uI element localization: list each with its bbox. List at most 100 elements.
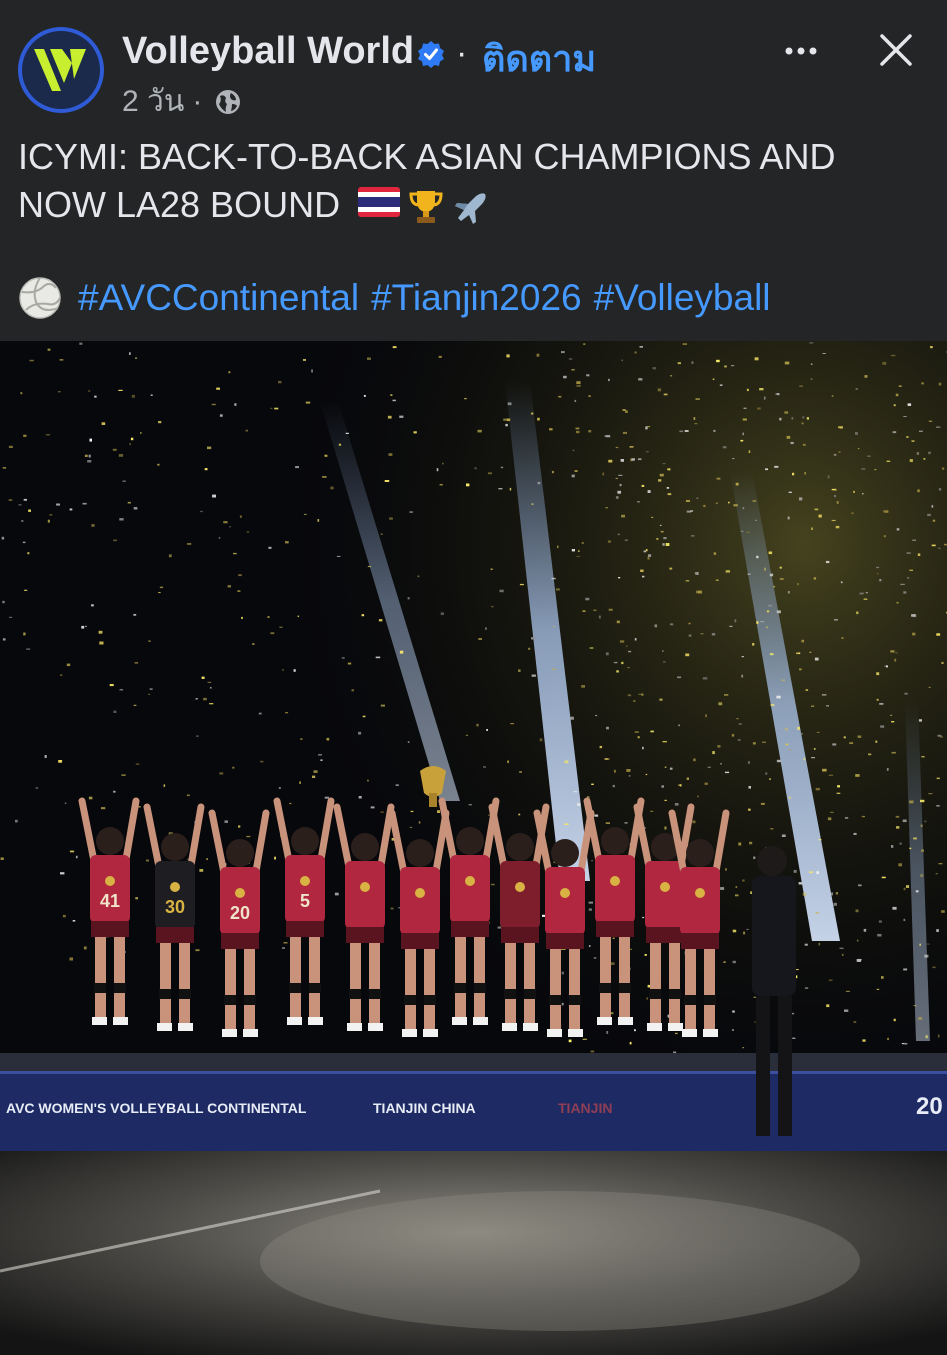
confetti-piece xyxy=(571,474,575,478)
confetti-piece xyxy=(537,417,540,421)
confetti-piece xyxy=(887,1037,889,1041)
jersey-number: 20 xyxy=(230,903,250,923)
confetti-piece xyxy=(23,632,26,636)
confetti-piece xyxy=(735,482,739,486)
confetti-piece xyxy=(901,1043,904,1045)
confetti-piece xyxy=(738,723,742,725)
confetti-piece xyxy=(486,729,488,731)
confetti-piece xyxy=(784,411,789,414)
globe-icon[interactable] xyxy=(214,88,242,116)
confetti-piece xyxy=(923,458,926,460)
confetti-piece xyxy=(131,394,135,398)
post-time[interactable]: 2 วัน xyxy=(122,78,184,125)
confetti-piece xyxy=(663,537,667,540)
confetti-piece xyxy=(113,710,117,713)
confetti-piece xyxy=(792,472,795,476)
more-options-button[interactable] xyxy=(778,28,824,74)
confetti-piece xyxy=(836,501,839,504)
confetti-piece xyxy=(279,626,283,628)
confetti-piece xyxy=(82,502,87,505)
confetti-piece xyxy=(705,714,707,718)
confetti-piece xyxy=(896,528,900,531)
confetti-piece xyxy=(537,653,540,655)
confetti-piece xyxy=(588,945,591,947)
confetti-piece xyxy=(913,1005,917,1007)
confetti-piece xyxy=(662,650,664,652)
confetti-piece xyxy=(87,460,92,463)
follow-button[interactable]: ติดตาม xyxy=(482,30,596,87)
confetti-piece xyxy=(810,363,813,365)
confetti-piece xyxy=(552,668,557,670)
confetti-piece xyxy=(921,756,925,758)
confetti-piece xyxy=(15,819,18,823)
hashtag-link[interactable]: #Tianjin2026 xyxy=(371,277,582,319)
confetti-piece xyxy=(661,785,664,788)
page-avatar[interactable] xyxy=(18,27,104,113)
confetti-piece xyxy=(518,669,521,672)
confetti-piece xyxy=(863,598,868,600)
post-photo[interactable]: 41 30 20 5 AVC WOMEN'S VOLLEYBALL CONTINENT… xyxy=(0,341,947,1355)
confetti-piece xyxy=(81,625,85,629)
confetti-piece xyxy=(568,1039,572,1043)
confetti-piece xyxy=(336,555,341,557)
confetti-piece xyxy=(879,579,882,582)
confetti-piece xyxy=(833,902,837,906)
confetti-piece xyxy=(730,365,735,367)
confetti-piece xyxy=(834,619,838,621)
confetti-piece xyxy=(629,446,634,448)
confetti-piece xyxy=(695,398,700,400)
confetti-piece xyxy=(219,414,223,417)
confetti-piece xyxy=(187,543,192,545)
confetti-piece xyxy=(232,766,235,769)
confetti-piece xyxy=(791,417,794,420)
confetti-piece xyxy=(24,589,28,591)
page-name[interactable]: Volleyball World xyxy=(122,30,414,73)
confetti-piece xyxy=(880,725,885,728)
confetti-piece xyxy=(491,605,494,608)
confetti-piece xyxy=(289,802,292,805)
hashtag-link[interactable]: #Volleyball xyxy=(594,277,771,319)
confetti-piece xyxy=(390,907,394,910)
confetti-piece xyxy=(122,480,126,482)
confetti-piece xyxy=(781,679,785,681)
confetti-piece xyxy=(605,822,610,824)
confetti-piece xyxy=(436,468,439,472)
confetti-piece xyxy=(278,380,282,384)
confetti-piece xyxy=(801,422,804,425)
confetti-piece xyxy=(818,514,822,518)
board-text-faint: TIANJIN xyxy=(558,1100,613,1116)
confetti-piece xyxy=(637,736,640,739)
confetti-piece xyxy=(936,777,940,780)
confetti-piece xyxy=(490,883,495,886)
confetti-piece xyxy=(909,847,912,850)
confetti-piece xyxy=(769,653,774,656)
confetti-piece xyxy=(358,796,362,799)
hashtag-link[interactable]: #AVCContinental xyxy=(78,277,359,319)
confetti-piece xyxy=(641,484,645,487)
confetti-piece xyxy=(278,787,281,789)
confetti-piece xyxy=(754,357,759,361)
confetti-piece xyxy=(837,785,840,788)
close-icon[interactable] xyxy=(872,26,920,74)
confetti-piece xyxy=(752,742,756,745)
confetti-piece xyxy=(642,746,644,750)
confetti-piece xyxy=(906,436,909,438)
confetti-piece xyxy=(790,441,794,445)
confetti-piece xyxy=(663,393,668,396)
confetti-piece xyxy=(746,388,749,392)
confetti-piece xyxy=(788,796,791,799)
confetti-piece xyxy=(634,1029,636,1032)
confetti-piece xyxy=(918,719,922,722)
confetti-piece xyxy=(2,467,7,469)
confetti-piece xyxy=(815,912,819,914)
confetti-piece xyxy=(715,579,719,581)
confetti-piece xyxy=(750,891,752,894)
confetti-piece xyxy=(563,375,567,379)
confetti-piece xyxy=(677,676,682,679)
confetti-piece xyxy=(826,705,829,707)
confetti-piece xyxy=(556,588,560,591)
confetti-piece xyxy=(121,774,126,776)
confetti-piece xyxy=(936,633,941,636)
confetti-piece xyxy=(219,772,224,775)
confetti-piece xyxy=(59,359,64,361)
